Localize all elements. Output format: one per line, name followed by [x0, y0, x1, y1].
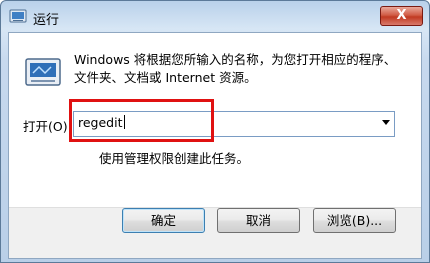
- close-button[interactable]: X: [380, 6, 423, 26]
- description-line-2: 文件夹、文档或 Internet 资源。: [74, 70, 257, 85]
- shield-icon: [78, 148, 90, 162]
- window-title: 运行: [33, 13, 60, 28]
- close-icon: X: [396, 8, 407, 23]
- run-icon-small: [9, 9, 27, 23]
- title-bar: 运行 X: [1, 1, 429, 33]
- annotation-highlight-box: [69, 99, 214, 142]
- description-text: Windows 将根据您所输入的名称，为您打开相应的程序、 文件夹、文档或 In…: [74, 51, 414, 87]
- cancel-button[interactable]: 取消: [217, 208, 300, 233]
- run-dialog: 运行 X Windows 将根据您所输入的名称，为您打开相应的程序、 文件夹、文…: [0, 0, 430, 263]
- dialog-content: Windows 将根据您所输入的名称，为您打开相应的程序、 文件夹、文档或 In…: [8, 32, 422, 259]
- run-icon: [25, 58, 61, 86]
- description-line-1: Windows 将根据您所输入的名称，为您打开相应的程序、: [74, 52, 397, 67]
- ok-button[interactable]: 确定: [122, 208, 205, 233]
- open-label: 打开(O):: [23, 119, 72, 134]
- browse-button[interactable]: 浏览(B)...: [313, 208, 396, 233]
- chevron-down-icon[interactable]: [382, 120, 390, 125]
- admin-hint-text: 使用管理权限创建此任务。: [99, 151, 250, 166]
